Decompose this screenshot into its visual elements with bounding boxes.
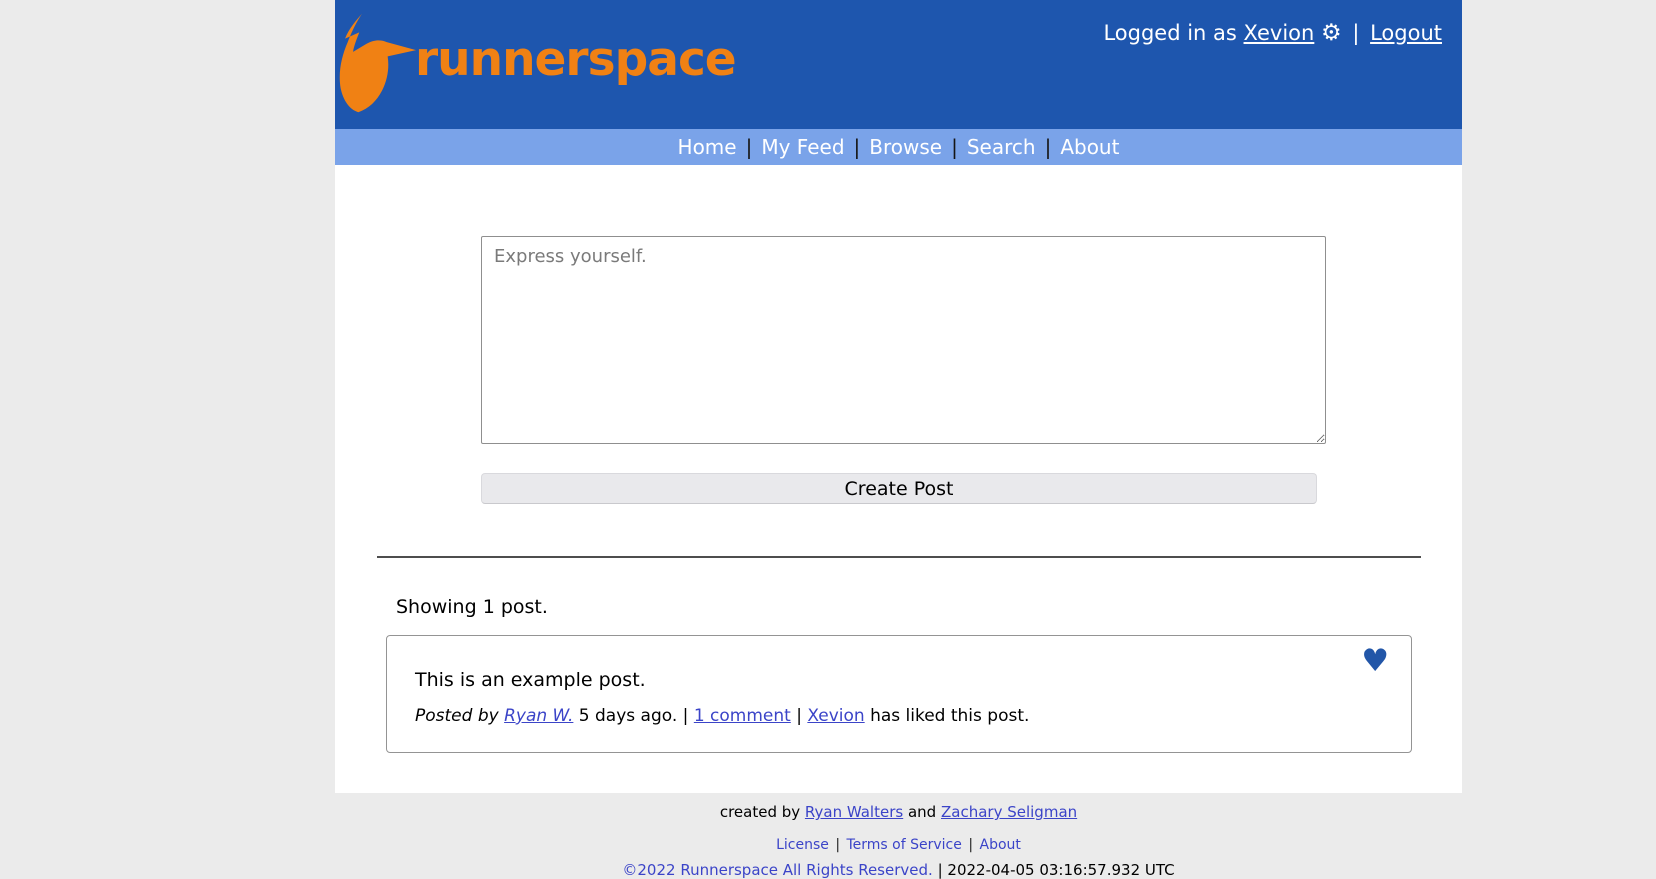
header-separator: |	[1352, 21, 1359, 45]
created-by-text: created by	[720, 803, 800, 821]
footer-links: License | Terms of Service | About	[335, 837, 1462, 853]
nav-item-about[interactable]: About	[1060, 135, 1119, 159]
create-post-button[interactable]: Create Post	[481, 473, 1317, 504]
footer-credits: created by Ryan Walters and Zachary Seli…	[335, 803, 1462, 821]
footer-link-terms[interactable]: Terms of Service	[847, 837, 962, 853]
feed-summary-text: Showing 1 post.	[396, 596, 1462, 618]
footer-copyright-row: ©2022 Runnerspace All Rights Reserved. |…	[335, 861, 1462, 879]
nav-item-search[interactable]: Search	[967, 135, 1036, 159]
username-link[interactable]: Xevion	[1244, 21, 1315, 45]
posted-by-text: Posted by	[415, 706, 499, 726]
gear-icon[interactable]: ⚙	[1321, 20, 1342, 46]
creator-link-zachary-seligman[interactable]: Zachary Seligman	[941, 803, 1077, 821]
main-content: Create Post Showing 1 post. This is an e…	[335, 165, 1462, 793]
nav-item-browse[interactable]: Browse	[869, 135, 942, 159]
post-content-text: This is an example post.	[415, 669, 646, 691]
footer-link-license[interactable]: License	[776, 837, 829, 853]
post-author-link[interactable]: Ryan W.	[504, 706, 573, 726]
nav-separator: |	[854, 135, 861, 159]
nav-separator: |	[1045, 135, 1052, 159]
nav-separator: |	[746, 135, 753, 159]
runnerspace-bird-logo-icon	[337, 12, 417, 114]
heart-like-icon[interactable]: ♥	[1361, 646, 1389, 677]
user-session-box: Logged in as Xevion ⚙ | Logout	[1103, 20, 1442, 46]
main-nav: Home | My Feed | Browse | Search | About	[335, 129, 1462, 165]
logout-link[interactable]: Logout	[1370, 21, 1442, 45]
app-container: runnerspace Logged in as Xevion ⚙ | Logo…	[335, 0, 1462, 879]
site-footer: created by Ryan Walters and Zachary Seli…	[335, 793, 1462, 879]
site-header: runnerspace Logged in as Xevion ⚙ | Logo…	[335, 0, 1462, 129]
nav-item-my-feed[interactable]: My Feed	[761, 135, 844, 159]
post-byline: Posted by Ryan W. 5 days ago. | 1 commen…	[415, 706, 1029, 726]
post-composer: Create Post	[481, 236, 1326, 504]
logo-wordmark: runnerspace	[415, 32, 736, 87]
byline-separator: |	[796, 706, 802, 726]
footer-link-about[interactable]: About	[980, 837, 1021, 853]
nav-item-home[interactable]: Home	[678, 135, 737, 159]
post-comments-link[interactable]: 1 comment	[694, 706, 791, 726]
logo-link[interactable]: runnerspace	[335, 0, 755, 129]
post-card: This is an example post. Posted by Ryan …	[386, 635, 1412, 753]
byline-separator: |	[683, 706, 689, 726]
footer-separator: |	[835, 837, 840, 853]
section-divider	[377, 556, 1421, 558]
post-liker-link[interactable]: Xevion	[807, 706, 864, 726]
footer-separator: |	[968, 837, 973, 853]
post-composer-textarea[interactable]	[481, 236, 1326, 444]
post-age-text: 5 days ago.	[579, 706, 677, 726]
creator-link-ryan-walters[interactable]: Ryan Walters	[805, 803, 903, 821]
and-text: and	[908, 803, 936, 821]
nav-separator: |	[951, 135, 958, 159]
post-liked-text: has liked this post.	[870, 706, 1029, 726]
footer-timestamp: | 2022-04-05 03:16:57.932 UTC	[938, 861, 1175, 879]
copyright-link[interactable]: ©2022 Runnerspace All Rights Reserved.	[622, 861, 932, 879]
logged-in-as-text: Logged in as	[1103, 21, 1236, 45]
